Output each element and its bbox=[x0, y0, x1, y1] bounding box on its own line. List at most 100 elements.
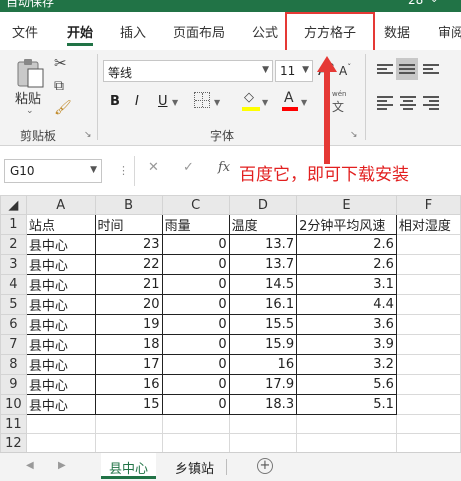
font-launcher-icon[interactable]: ↘ bbox=[350, 130, 358, 140]
cell[interactable]: 17 bbox=[94, 354, 163, 375]
paste-dropdown-icon[interactable]: ⌄ bbox=[26, 106, 34, 116]
font-color-icon[interactable]: A bbox=[282, 90, 298, 112]
align-right-icon[interactable] bbox=[423, 94, 439, 112]
column-header[interactable]: B bbox=[94, 195, 163, 215]
cell[interactable]: 21 bbox=[94, 274, 163, 295]
cell[interactable] bbox=[395, 274, 461, 295]
cell[interactable]: 县中心 bbox=[25, 234, 96, 255]
tab-page-layout[interactable]: 页面布局 bbox=[173, 22, 225, 41]
cell[interactable]: 县中心 bbox=[25, 354, 96, 375]
row-header[interactable]: 1 bbox=[0, 214, 27, 235]
cell[interactable]: 15.9 bbox=[228, 334, 298, 355]
cell[interactable]: 3.2 bbox=[296, 354, 397, 375]
align-left-icon[interactable] bbox=[377, 94, 393, 112]
cell[interactable]: 13.7 bbox=[228, 234, 298, 255]
cell[interactable]: 县中心 bbox=[25, 374, 96, 395]
cell[interactable]: 县中心 bbox=[25, 314, 96, 335]
select-all-corner[interactable]: ◢ bbox=[0, 195, 27, 215]
tab-file[interactable]: 文件 bbox=[12, 22, 38, 41]
cell[interactable] bbox=[395, 374, 461, 395]
cell[interactable] bbox=[228, 414, 298, 434]
cell[interactable]: 3.6 bbox=[296, 314, 397, 335]
tab-review[interactable]: 审阅 bbox=[438, 22, 461, 41]
cell[interactable]: 5.6 bbox=[296, 374, 397, 395]
cell[interactable]: 22 bbox=[94, 254, 163, 275]
align-bottom-icon[interactable] bbox=[423, 62, 439, 76]
chevron-down-icon[interactable]: ⌄ bbox=[430, 0, 438, 5]
cut-icon[interactable]: ✂ bbox=[54, 54, 67, 72]
chevron-down-icon[interactable]: ▼ bbox=[214, 98, 220, 107]
cell[interactable]: 2分钟平均风速 bbox=[296, 214, 397, 235]
clipboard-launcher-icon[interactable]: ↘ bbox=[84, 130, 92, 140]
cell[interactable]: 相对湿度 bbox=[395, 214, 461, 235]
cell[interactable]: 18 bbox=[94, 334, 163, 355]
chevron-down-icon[interactable]: ▼ bbox=[301, 98, 307, 107]
row-header[interactable]: 3 bbox=[0, 254, 27, 275]
column-header[interactable]: A bbox=[25, 195, 96, 215]
cell[interactable]: 14.5 bbox=[228, 274, 298, 295]
cell[interactable]: 16.1 bbox=[228, 294, 298, 315]
cell[interactable]: 3.1 bbox=[296, 274, 397, 295]
row-header[interactable]: 9 bbox=[0, 374, 27, 395]
cell[interactable]: 0 bbox=[161, 294, 230, 315]
fill-color-icon[interactable]: ◇ bbox=[242, 90, 260, 112]
tab-formulas[interactable]: 公式 bbox=[252, 22, 278, 41]
sheet-tab-county-center[interactable]: 县中心 bbox=[101, 453, 157, 479]
enter-icon[interactable]: ✓ bbox=[183, 160, 194, 175]
insert-function-icon[interactable]: fx bbox=[218, 160, 230, 175]
align-middle-button[interactable] bbox=[396, 58, 418, 80]
cell[interactable]: 0 bbox=[161, 314, 230, 335]
cell[interactable] bbox=[395, 254, 461, 275]
cell[interactable] bbox=[395, 433, 461, 452]
cell[interactable]: 0 bbox=[161, 334, 230, 355]
decrease-font-icon[interactable]: Aˇ bbox=[339, 63, 351, 78]
cell[interactable]: 0 bbox=[161, 354, 230, 375]
cell[interactable]: 县中心 bbox=[25, 334, 96, 355]
cell[interactable] bbox=[395, 394, 461, 415]
cell[interactable] bbox=[161, 433, 230, 452]
cell[interactable] bbox=[296, 433, 397, 452]
copy-icon[interactable]: ⧉ bbox=[54, 78, 64, 94]
cell[interactable]: 县中心 bbox=[25, 274, 96, 295]
cell[interactable] bbox=[395, 294, 461, 315]
column-header[interactable]: D bbox=[228, 195, 298, 215]
scroll-right-icon[interactable]: ▶ bbox=[58, 460, 66, 471]
row-header[interactable]: 4 bbox=[0, 274, 27, 295]
row-header[interactable]: 6 bbox=[0, 314, 27, 335]
cell[interactable]: 2.6 bbox=[296, 254, 397, 275]
cell[interactable] bbox=[228, 433, 298, 452]
italic-button[interactable]: I bbox=[135, 94, 139, 109]
cell[interactable]: 0 bbox=[161, 394, 230, 415]
column-header[interactable]: F bbox=[395, 195, 461, 215]
cell[interactable] bbox=[395, 314, 461, 335]
font-size-combo[interactable]: 11 ▼ bbox=[275, 60, 313, 82]
cell[interactable]: 16 bbox=[94, 374, 163, 395]
format-painter-icon[interactable]: 🖌 bbox=[54, 100, 72, 116]
cell[interactable]: 4.4 bbox=[296, 294, 397, 315]
scroll-left-icon[interactable]: ◀ bbox=[26, 460, 34, 471]
cell[interactable] bbox=[94, 433, 163, 452]
sheet-tab-township[interactable]: 乡镇站 bbox=[167, 453, 222, 479]
cell[interactable] bbox=[395, 334, 461, 355]
cell[interactable] bbox=[161, 414, 230, 434]
cell[interactable]: 19 bbox=[94, 314, 163, 335]
tab-insert[interactable]: 插入 bbox=[120, 22, 146, 41]
cell[interactable]: 16 bbox=[228, 354, 298, 375]
cell[interactable]: 县中心 bbox=[25, 294, 96, 315]
cancel-icon[interactable]: ✕ bbox=[148, 160, 159, 175]
underline-button[interactable]: U bbox=[158, 94, 168, 109]
cell[interactable]: 2.6 bbox=[296, 234, 397, 255]
name-box[interactable]: G10 ▼ bbox=[4, 159, 102, 183]
row-header[interactable]: 8 bbox=[0, 354, 27, 375]
cell[interactable]: 县中心 bbox=[25, 254, 96, 275]
cell[interactable]: 13.7 bbox=[228, 254, 298, 275]
tab-home[interactable]: 开始 bbox=[67, 22, 93, 41]
cell[interactable]: 雨量 bbox=[161, 214, 230, 235]
column-header[interactable]: E bbox=[296, 195, 397, 215]
cell[interactable] bbox=[94, 414, 163, 434]
cell[interactable] bbox=[395, 414, 461, 434]
cell[interactable]: 0 bbox=[161, 234, 230, 255]
cell[interactable]: 0 bbox=[161, 274, 230, 295]
cell[interactable] bbox=[395, 234, 461, 255]
cell[interactable] bbox=[25, 433, 96, 452]
